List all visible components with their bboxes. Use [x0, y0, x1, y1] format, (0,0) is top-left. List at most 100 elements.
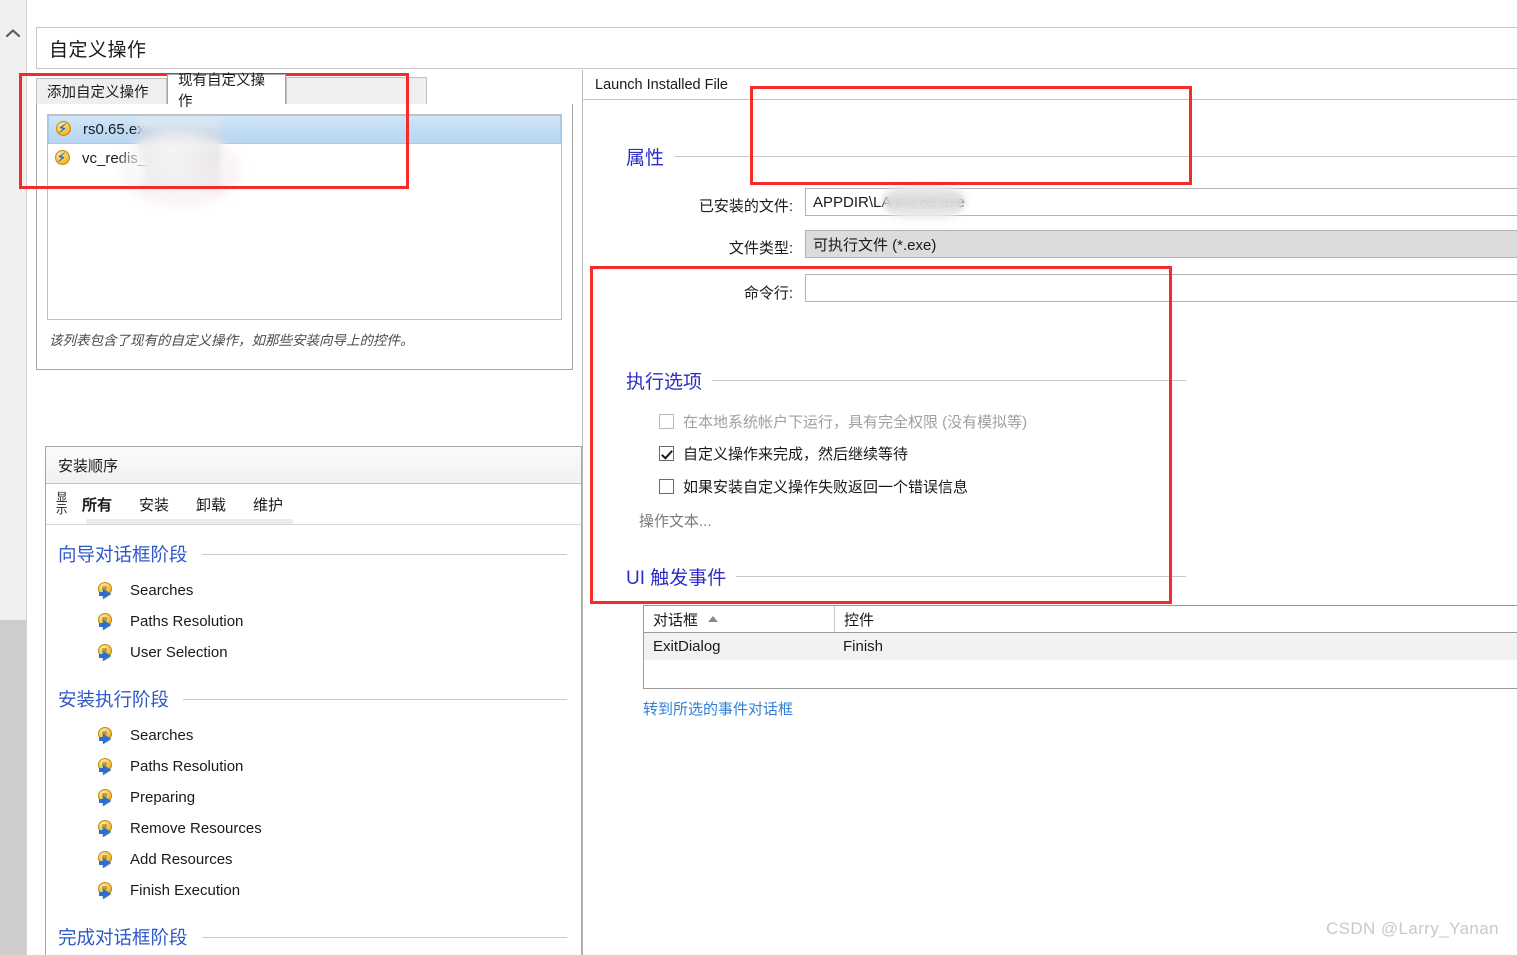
sequence-group-title: 安装执行阶段: [58, 686, 169, 712]
cell-dialog: ExitDialog: [644, 633, 834, 660]
sequence-item-add-resources[interactable]: Add Resources: [46, 844, 581, 875]
exec-options-section-label: 执行选项: [626, 367, 702, 394]
ui-trigger-section-label: UI 触发事件: [626, 563, 726, 590]
group-rule: [202, 937, 567, 938]
sequence-item-label: Searches: [130, 582, 193, 599]
exec-options-section-title: 执行选项: [626, 367, 1186, 394]
filter-tab-maintenance[interactable]: 维护: [253, 494, 297, 515]
command-line-label: 命令行:: [628, 282, 793, 303]
tab-existing-custom-action-label: 现有自定义操作: [178, 69, 275, 111]
screenshot-root: 自定义操作 添加自定义操作 现有自定义操作: [0, 0, 1517, 955]
file-type-label: 文件类型:: [628, 237, 793, 258]
tab-add-custom-action-label: 添加自定义操作: [47, 81, 149, 102]
filter-label-line2: 示: [56, 505, 70, 517]
sequence-group-header: 完成对话框阶段: [46, 924, 581, 950]
tab-existing-custom-action[interactable]: 现有自定义操作: [167, 74, 286, 104]
outer-vertical-scrollbar[interactable]: [0, 0, 27, 955]
filter-tabs: 所有 安装 卸载 维护: [82, 494, 310, 515]
sequence-item-paths-resolution-exec[interactable]: Paths Resolution: [46, 751, 581, 782]
sequence-item-paths-resolution[interactable]: Paths Resolution: [46, 606, 581, 637]
detail-panel-header: Launch Installed File: [583, 70, 1517, 100]
goto-selected-event-dialog-link[interactable]: 转到所选的事件对话框: [643, 698, 793, 719]
filter-tab-all[interactable]: 所有: [82, 494, 126, 515]
table-empty-area: [644, 660, 1517, 689]
page-title-box: 自定义操作: [36, 27, 1517, 69]
action-arrow-icon: [98, 882, 120, 900]
sequence-group-title: 向导对话框阶段: [58, 541, 188, 567]
sort-ascending-icon: [708, 616, 718, 622]
filter-label-line1: 显: [56, 493, 70, 505]
scrollbar-thumb[interactable]: [0, 620, 26, 955]
sequence-item-searches[interactable]: Searches: [46, 575, 581, 606]
sequence-group-header: 向导对话框阶段: [46, 541, 581, 567]
sequence-item-label: User Selection: [130, 644, 228, 661]
sequence-item-remove-resources[interactable]: Remove Resources: [46, 813, 581, 844]
filter-label: 显 示: [56, 493, 70, 516]
sequence-item-label: Paths Resolution: [130, 613, 243, 630]
properties-section-title: 属性: [626, 143, 1517, 170]
action-arrow-icon: [98, 758, 120, 776]
sequence-group-header: 安装执行阶段: [46, 686, 581, 712]
cell-control: Finish: [834, 633, 1517, 660]
list-item[interactable]: ⚡ rs0.65.exe: [48, 115, 561, 144]
sequence-item-user-selection[interactable]: User Selection: [46, 637, 581, 668]
page-title: 自定义操作: [37, 35, 147, 62]
column-header-dialog-label: 对话框: [653, 609, 698, 630]
wait-for-completion-checkbox-row[interactable]: 自定义操作来完成，然后继续等待: [659, 443, 908, 464]
command-line-field[interactable]: [805, 274, 1517, 302]
ui-trigger-table[interactable]: 对话框 控件 ExitDialog Finish: [643, 605, 1517, 689]
column-header-dialog[interactable]: 对话框: [644, 606, 834, 632]
tab-add-custom-action[interactable]: 添加自定义操作: [36, 78, 167, 104]
table-header-row: 对话框 控件: [644, 606, 1517, 633]
action-arrow-icon: [98, 851, 120, 869]
run-as-local-system-checkbox-row[interactable]: 在本地系统帐户下运行，具有完全权限 (没有模拟等): [659, 411, 1027, 432]
file-type-field: 可执行文件 (*.exe): [805, 230, 1517, 258]
column-header-control[interactable]: 控件: [834, 606, 1517, 632]
action-arrow-icon: [98, 582, 120, 600]
run-as-local-system-label: 在本地系统帐户下运行，具有完全权限 (没有模拟等): [683, 411, 1027, 432]
existing-custom-actions-panel: ⚡ rs0.65.exe ⚡ vc_redis_x86.exe: [36, 104, 573, 370]
return-error-on-failure-checkbox-row[interactable]: 如果安装自定义操作失败返回一个错误信息: [659, 476, 968, 497]
action-arrow-icon: [98, 644, 120, 662]
listbox-hint-text: 该列表包含了现有的自定义操作，如那些安装向导上的控件。: [49, 332, 559, 350]
action-arrow-icon: [98, 727, 120, 745]
wait-for-completion-checkbox[interactable]: [659, 446, 674, 461]
custom-action-icon: ⚡: [55, 121, 74, 138]
sequence-item-label: Paths Resolution: [130, 758, 243, 775]
detail-panel: Launch Installed File 属性 已安装的文件: APPDIR\…: [582, 70, 1517, 955]
return-error-on-failure-checkbox[interactable]: [659, 479, 674, 494]
group-rule: [202, 554, 567, 555]
filter-tab-install[interactable]: 安装: [139, 494, 183, 515]
return-error-on-failure-label: 如果安装自定义操作失败返回一个错误信息: [683, 476, 968, 497]
custom-action-tabstrip: 添加自定义操作 现有自定义操作: [36, 74, 573, 104]
file-type-value: 可执行文件 (*.exe): [813, 234, 936, 255]
install-sequence-panel: 安装顺序 显 示 所有 安装 卸载 维护: [45, 446, 582, 955]
sequence-body: 向导对话框阶段 Searches Paths Resolution User S…: [46, 525, 581, 950]
sequence-item-label: Add Resources: [130, 851, 233, 868]
column-header-control-label: 控件: [844, 609, 874, 630]
custom-actions-listbox[interactable]: ⚡ rs0.65.exe ⚡ vc_redis_x86.exe: [47, 114, 562, 320]
sequence-item-label: Finish Execution: [130, 882, 240, 899]
sequence-item-label: Searches: [130, 727, 193, 744]
left-column: 添加自定义操作 现有自定义操作 ⚡ rs0.65.exe: [36, 74, 573, 370]
sequence-item-finish-execution[interactable]: Finish Execution: [46, 875, 581, 906]
run-as-local-system-checkbox[interactable]: [659, 414, 674, 429]
action-arrow-icon: [98, 820, 120, 838]
table-row[interactable]: ExitDialog Finish: [644, 633, 1517, 660]
sequence-group-title: 完成对话框阶段: [58, 924, 188, 950]
sequence-item-preparing[interactable]: Preparing: [46, 782, 581, 813]
tabstrip-filler: [286, 77, 427, 104]
ui-trigger-section-title: UI 触发事件: [626, 563, 1186, 590]
install-sequence-header: 安装顺序: [46, 447, 581, 484]
custom-action-icon: ⚡: [54, 150, 73, 167]
page-body: 自定义操作 添加自定义操作 现有自定义操作: [27, 0, 1517, 955]
redaction-blur-overlay: [120, 131, 240, 207]
scroll-up-chevron-icon[interactable]: [0, 22, 26, 44]
filter-tab-uninstall[interactable]: 卸载: [196, 494, 240, 515]
sequence-item-searches-exec[interactable]: Searches: [46, 720, 581, 751]
sequence-item-label: Remove Resources: [130, 820, 262, 837]
csdn-watermark: CSDN @Larry_Yanan: [1326, 919, 1499, 939]
sequence-filter-bar: 显 示 所有 安装 卸载 维护: [46, 484, 581, 525]
action-text-link[interactable]: 操作文本...: [639, 510, 712, 531]
wait-for-completion-label: 自定义操作来完成，然后继续等待: [683, 443, 908, 464]
